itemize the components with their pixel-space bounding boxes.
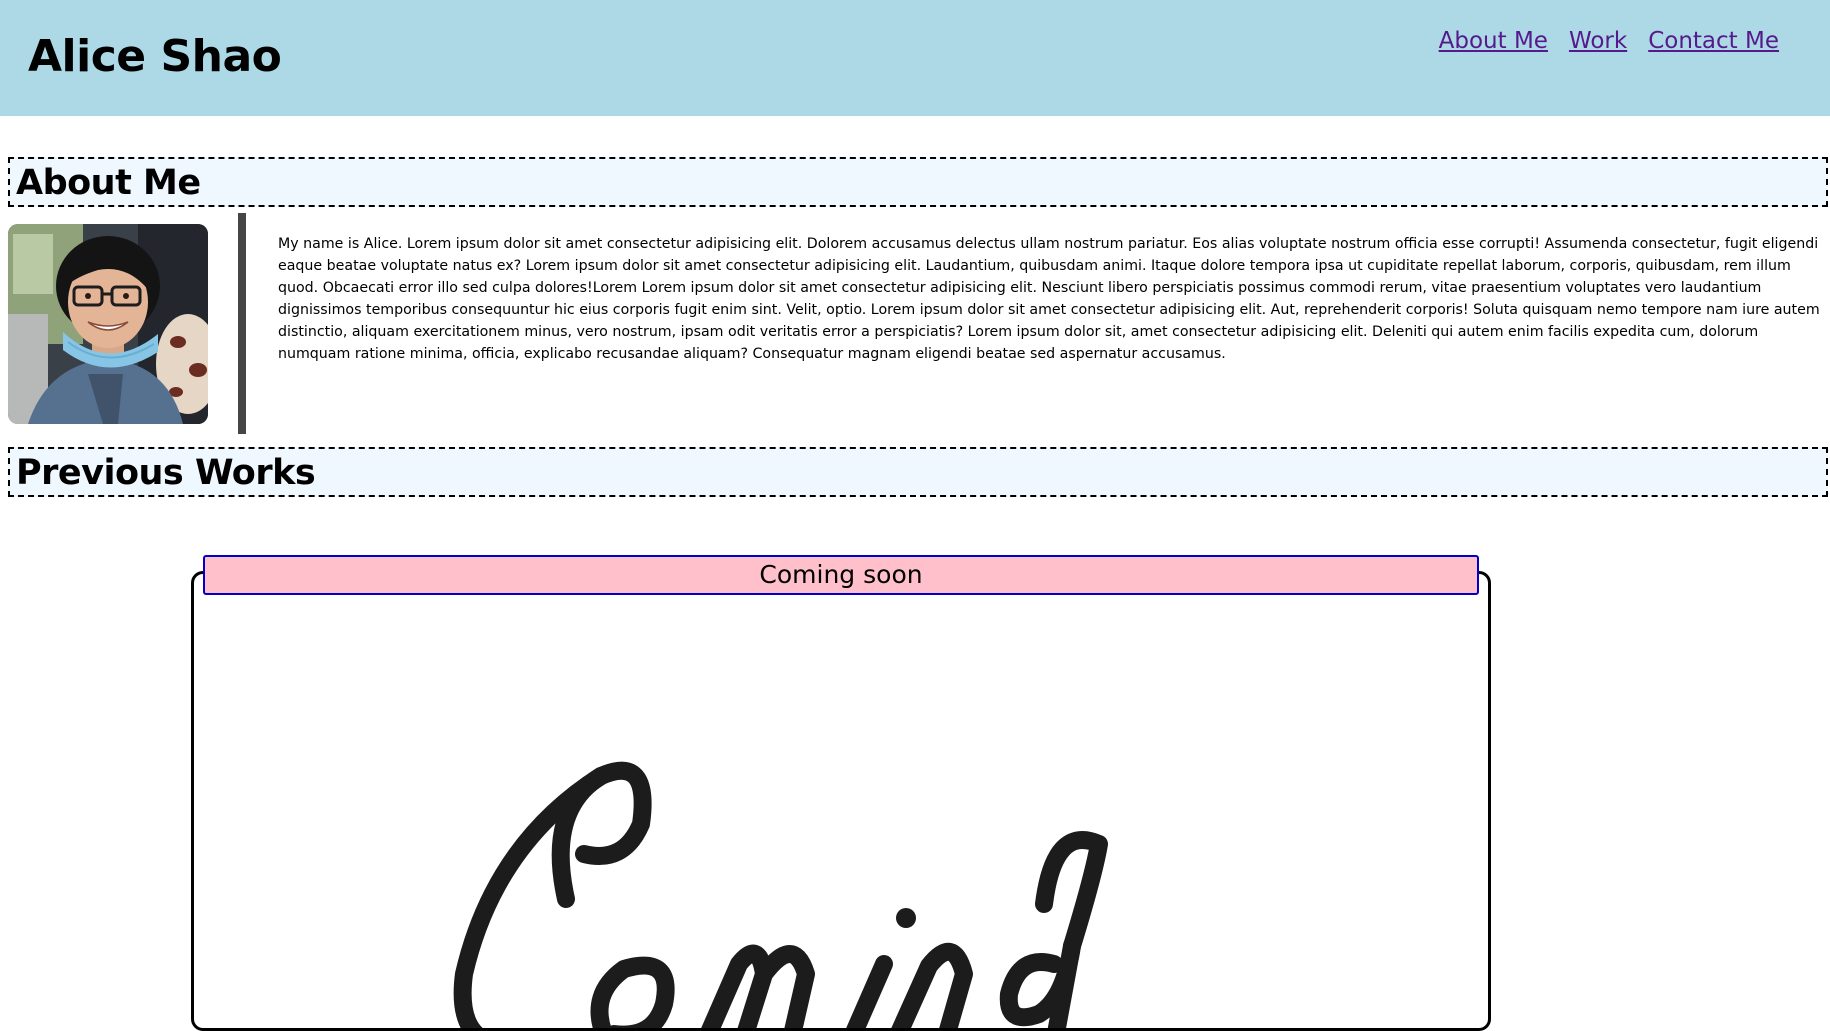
about-me-heading: About Me — [8, 157, 1828, 207]
nav-link-work[interactable]: Work — [1569, 24, 1627, 58]
about-divider — [238, 213, 246, 434]
nav-link-about-me[interactable]: About Me — [1439, 24, 1548, 58]
site-title: Alice Shao — [28, 31, 282, 82]
main-nav: About Me Work Contact Me — [1439, 24, 1779, 58]
coming-soon-script-image-icon — [453, 761, 1108, 1028]
coming-soon-label: Coming soon — [203, 555, 1479, 595]
about-paragraph: My name is Alice. Lorem ipsum dolor sit … — [278, 236, 1820, 362]
previous-works-heading: Previous Works — [8, 447, 1828, 497]
nav-link-contact-me[interactable]: Contact Me — [1648, 24, 1779, 58]
profile-photo-icon — [8, 224, 208, 424]
avatar — [8, 224, 208, 424]
work-card[interactable] — [191, 571, 1491, 1031]
site-header: Alice Shao About Me Work Contact Me — [0, 0, 1830, 116]
